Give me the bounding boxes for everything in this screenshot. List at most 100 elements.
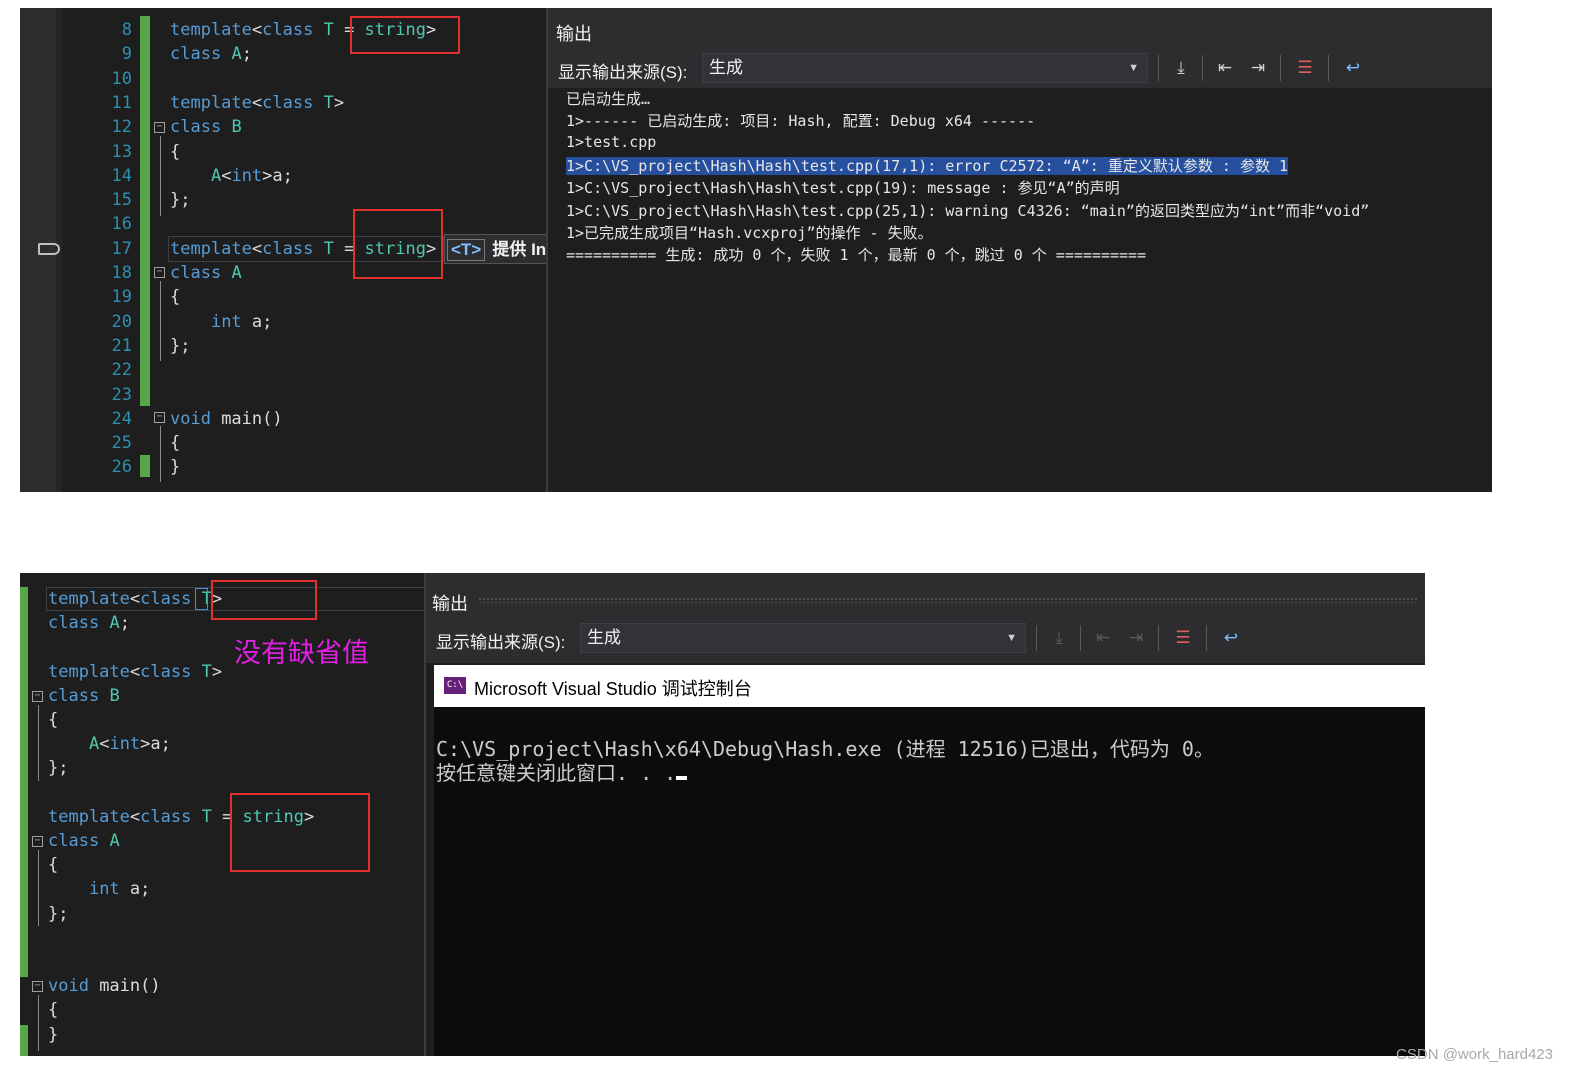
code-line[interactable]: class B <box>170 117 242 137</box>
code-token: { <box>48 710 59 730</box>
clear-all-icon[interactable]: ☰ <box>1292 55 1318 81</box>
code-line[interactable]: }; <box>170 336 190 356</box>
code-line[interactable]: { <box>170 433 180 453</box>
chevron-down-icon: ▼ <box>1006 632 1017 644</box>
code-token: template <box>170 92 252 113</box>
next-message-icon[interactable]: ⇥ <box>1123 625 1149 651</box>
collapse-icon[interactable]: − <box>32 691 43 702</box>
code-token: { <box>48 855 59 876</box>
code-token: { <box>170 141 181 162</box>
line-number: 19 <box>111 287 132 308</box>
code-token: B <box>109 685 120 706</box>
code-token: } <box>48 1024 59 1045</box>
change-bar <box>20 587 28 977</box>
code-token: >a; <box>262 165 293 186</box>
go-to-error-icon[interactable]: ⤓ <box>1046 625 1072 651</box>
code-line[interactable]: int a; <box>48 879 150 899</box>
code-line[interactable]: class A; <box>48 613 130 633</box>
code-token: B <box>231 117 242 138</box>
code-line[interactable]: class B <box>48 686 120 706</box>
output-source-label: 显示输出来源(S): <box>436 633 566 652</box>
code-line[interactable]: class A; <box>170 44 252 64</box>
code-line[interactable]: { <box>48 855 58 875</box>
collapse-icon[interactable]: − <box>32 836 43 847</box>
code-token: class <box>48 613 100 634</box>
code-line[interactable]: { <box>170 142 180 162</box>
fold-guide <box>160 136 161 216</box>
output-source-label: 显示输出来源(S): <box>558 63 688 82</box>
code-line[interactable]: } <box>170 457 180 477</box>
code-line[interactable]: template<class T> <box>170 93 344 113</box>
code-token: class <box>140 661 192 682</box>
code-line[interactable]: { <box>48 710 58 730</box>
code-line[interactable]: A<int>a; <box>48 734 171 754</box>
output-source-value: 生成 <box>709 58 743 77</box>
clear-all-icon[interactable]: ☰ <box>1170 625 1196 651</box>
tooltip-text: 提供 In <box>492 240 547 259</box>
line-number: 17 <box>111 238 132 259</box>
word-wrap-icon[interactable]: ↩ <box>1340 55 1366 81</box>
collapse-icon[interactable]: − <box>154 122 165 133</box>
line-number: 25 <box>111 433 132 454</box>
code-token: { <box>48 1000 59 1021</box>
code-line[interactable]: int a; <box>170 312 272 332</box>
output-title-bar <box>548 8 1492 46</box>
code-line[interactable]: class A <box>170 263 242 283</box>
annotation-box-default-arg-1 <box>350 16 460 54</box>
prev-message-icon[interactable]: ⇤ <box>1212 55 1238 81</box>
collapse-icon[interactable]: − <box>154 412 165 423</box>
annotation-box-no-default <box>211 580 317 620</box>
code-line[interactable]: { <box>48 1000 58 1020</box>
code-token: T <box>323 92 334 113</box>
bottom-screenshot: template<class T> class A; template<class … <box>20 573 1425 1056</box>
prev-message-icon[interactable]: ⇤ <box>1090 625 1116 651</box>
code-line[interactable]: { <box>170 287 180 307</box>
code-line[interactable]: }; <box>48 904 68 924</box>
output-source-select[interactable]: 生成 ▼ <box>580 623 1026 653</box>
output-line: 1>test.cpp <box>566 132 657 151</box>
code-line[interactable]: class A <box>48 831 120 851</box>
toolbar-separator <box>1158 625 1159 651</box>
output-line: 1>已完成生成项目“Hash.vcxproj”的操作 - 失败。 <box>566 223 933 242</box>
annotation-box-default-arg-2 <box>353 209 443 279</box>
code-token: int <box>109 734 141 755</box>
code-line[interactable]: } <box>48 1025 58 1045</box>
top-screenshot: 8 template<class T = string> 9 class A; 10 11… <box>20 8 1492 492</box>
collapse-icon[interactable]: − <box>154 267 165 278</box>
code-line[interactable]: }; <box>48 758 68 778</box>
toolbar-separator <box>1080 625 1081 651</box>
collapse-icon[interactable]: − <box>32 981 43 992</box>
line-number: 8 <box>121 20 132 40</box>
code-line[interactable]: }; <box>170 190 190 210</box>
code-token: < <box>251 92 263 113</box>
output-source-select[interactable]: 生成 ▼ <box>702 53 1148 83</box>
code-token: { <box>170 287 181 308</box>
line-number: 16 <box>111 214 132 235</box>
code-token: class <box>48 831 100 851</box>
console-title-bar[interactable]: C:\ Microsoft Visual Studio 调试控制台 <box>434 665 1425 707</box>
console-body[interactable]: C:\VS_project\Hash\x64\Debug\Hash.exe (进… <box>434 707 1425 1056</box>
line-number: 9 <box>121 44 132 65</box>
next-message-icon[interactable]: ⇥ <box>1245 55 1271 81</box>
code-token: a; <box>119 879 151 900</box>
code-token: template <box>48 806 130 827</box>
code-line[interactable]: A<int>a; <box>170 166 293 186</box>
fold-guide <box>38 705 39 781</box>
line-number: 10 <box>111 68 132 89</box>
code-line[interactable]: void main() <box>48 976 161 996</box>
code-token: void <box>170 408 211 429</box>
change-bar <box>140 455 150 477</box>
breakpoint-arrow-icon[interactable] <box>38 243 60 255</box>
word-wrap-icon[interactable]: ↩ <box>1218 625 1244 651</box>
code-line[interactable]: void main() <box>170 409 283 429</box>
quickinfo-tooltip[interactable]: <T> 提供 In <box>444 234 548 264</box>
code-token: class <box>170 117 222 138</box>
code-line[interactable]: template<class T> <box>48 662 222 682</box>
go-to-error-icon[interactable]: ⤓ <box>1168 55 1194 81</box>
